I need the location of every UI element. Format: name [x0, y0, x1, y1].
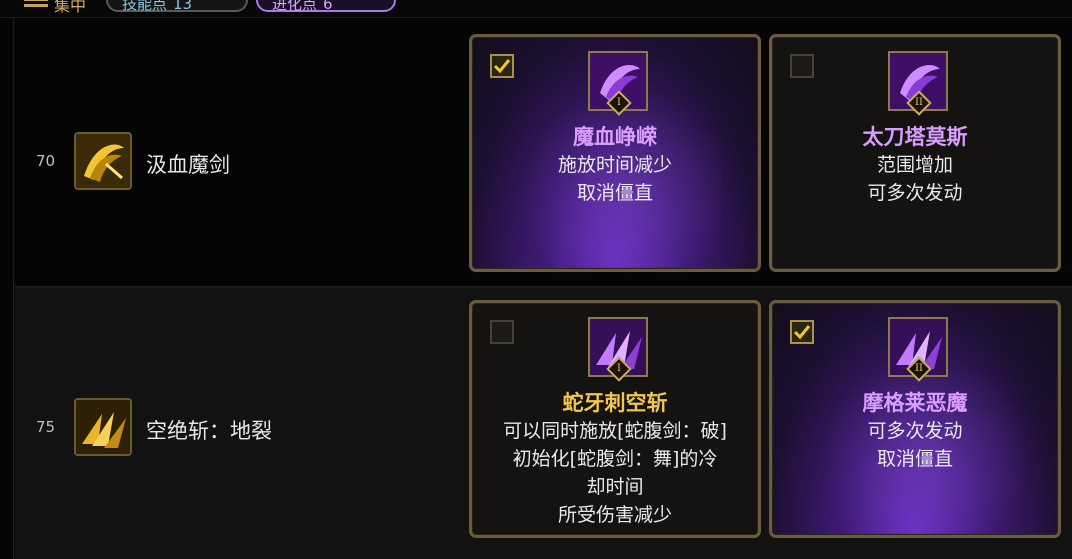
advance-skill-icon: II: [888, 317, 948, 382]
advance-skill-icon: II: [888, 51, 948, 116]
option-effect: 却时间: [586, 476, 644, 498]
menu-icon[interactable]: [24, 0, 48, 12]
option-title: 摩格莱恶魔: [862, 390, 968, 415]
skill-level: 70: [36, 152, 56, 170]
skill-points-pill[interactable]: 技能点 13: [106, 0, 248, 13]
option-effect: 可以同时施放[蛇腹剑：破]: [503, 420, 727, 442]
vampiric-sword-icon[interactable]: [74, 132, 132, 190]
option-effect: 初始化[蛇腹剑：舞]的冷: [512, 448, 718, 470]
advance-option-card[interactable]: II 太刀塔莫斯 范围增加 可多次发动: [769, 34, 1061, 272]
left-frame: [0, 18, 14, 559]
option-effect: 施放时间减少: [557, 154, 672, 176]
option-checkbox[interactable]: [790, 54, 814, 78]
advance-points-label: 进化点: [272, 0, 318, 13]
void-slash-icon[interactable]: [74, 398, 132, 456]
advance-points-pill[interactable]: 进化点 6: [256, 0, 396, 13]
advance-skill-icon: I: [588, 51, 648, 116]
advance-option-card[interactable]: I 魔血峥嵘 施放时间减少 取消僵直: [469, 34, 761, 272]
top-bar: 集中 技能点 13 进化点 6: [0, 0, 1072, 18]
skill-name: 空绝斩：地裂: [146, 419, 272, 443]
skill-level: 75: [36, 418, 56, 436]
tab-label: 集中: [54, 0, 87, 15]
option-effect: 取消僵直: [876, 448, 953, 470]
advance-skill-icon: I: [588, 317, 648, 382]
option-checkbox[interactable]: [490, 54, 514, 78]
option-effect: 所受伤害减少: [557, 504, 672, 526]
advance-points-value: 6: [323, 0, 333, 13]
option-checkbox[interactable]: [490, 320, 514, 344]
option-effect: 可多次发动: [867, 182, 963, 204]
option-checkbox[interactable]: [790, 320, 814, 344]
skill-points-value: 13: [173, 0, 193, 13]
advance-option-card[interactable]: II 摩格莱恶魔 可多次发动 取消僵直: [769, 300, 1061, 538]
option-title: 太刀塔莫斯: [862, 124, 968, 149]
skill-name: 汲血魔剑: [146, 153, 230, 177]
option-effect: 取消僵直: [576, 182, 653, 204]
skill-points-label: 技能点: [122, 0, 168, 13]
option-effect: 范围增加: [876, 154, 953, 176]
option-title: 蛇牙刺空斩: [562, 390, 668, 415]
option-effect: 可多次发动: [867, 420, 963, 442]
option-title: 魔血峥嵘: [573, 124, 657, 149]
advance-option-card[interactable]: I 蛇牙刺空斩 可以同时施放[蛇腹剑：破] 初始化[蛇腹剑：舞]的冷 却时间 所…: [469, 300, 761, 538]
